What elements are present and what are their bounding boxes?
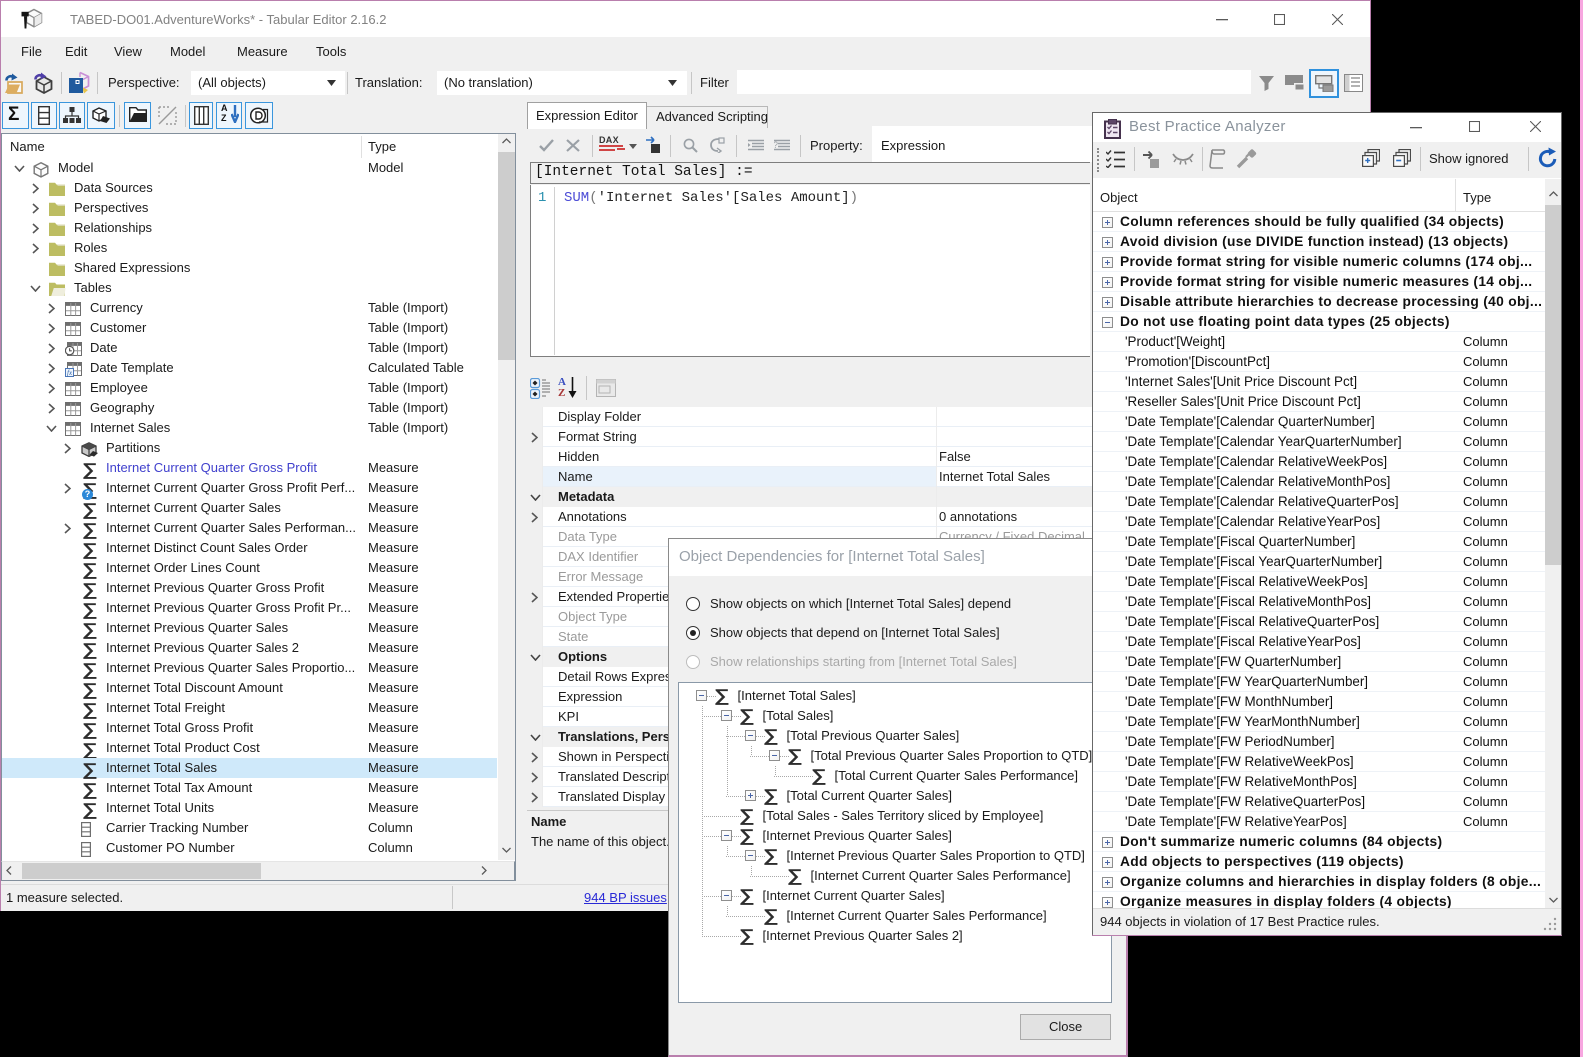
svg-text:?: ? [774,140,778,150]
svg-text:fx: fx [67,369,73,377]
